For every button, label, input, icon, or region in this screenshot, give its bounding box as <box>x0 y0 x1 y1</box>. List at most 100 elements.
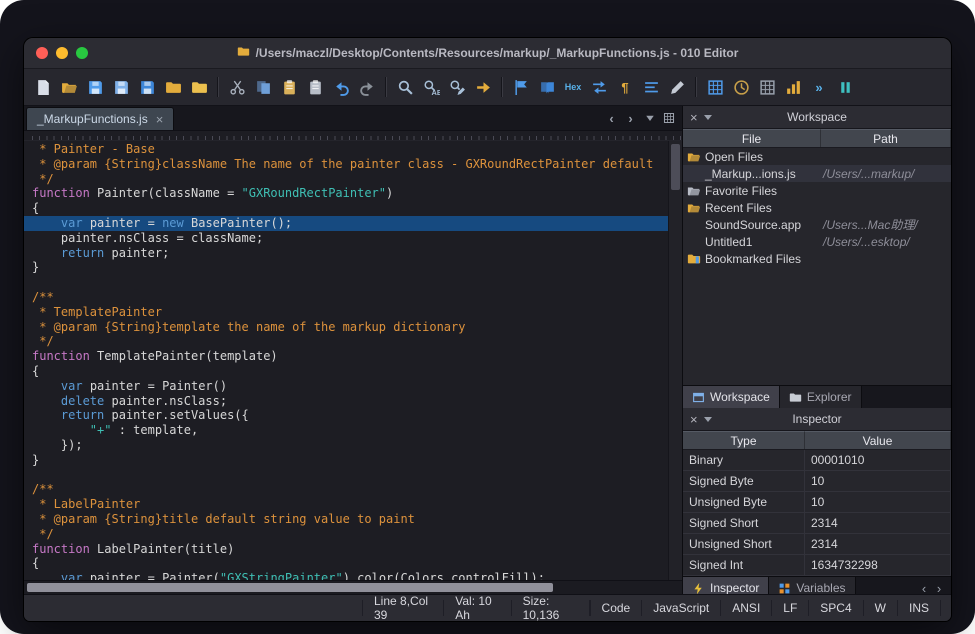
redo-button[interactable] <box>354 74 380 100</box>
code-wrap: * Painter - Base * @param {String}classN… <box>24 141 682 580</box>
status-syntax-type[interactable]: JavaScript <box>641 600 720 616</box>
code-line: } <box>24 453 668 468</box>
close-window-button[interactable] <box>36 47 48 59</box>
workspace-row[interactable]: Bookmarked Files <box>683 250 951 267</box>
bookmark-button[interactable] <box>508 74 534 100</box>
find-button[interactable] <box>392 74 418 100</box>
workspace-row[interactable]: Favorite Files <box>683 182 951 199</box>
workspace-menu-icon[interactable] <box>704 115 712 120</box>
split-view-icon <box>663 112 675 124</box>
edit-as-button[interactable] <box>664 74 690 100</box>
workspace-tab-workspace[interactable]: Workspace <box>683 386 780 408</box>
code-line: delete painter.nsClass; <box>24 394 668 409</box>
tab-label: Workspace <box>710 390 770 404</box>
inspector-row[interactable]: Signed Short2314 <box>683 513 951 534</box>
split-view-button[interactable] <box>661 111 676 126</box>
workspace-row[interactable]: _Markup...ions.js/Users/...markup/ <box>683 165 951 182</box>
undo-button[interactable] <box>328 74 354 100</box>
workspace-close-icon[interactable]: × <box>690 111 698 124</box>
inspector-table: Binary00001010Signed Byte10Unsigned Byte… <box>683 450 951 576</box>
status-insert-mode[interactable]: INS <box>897 600 941 616</box>
code-editor[interactable]: * Painter - Base * @param {String}classN… <box>24 141 668 580</box>
minimize-window-button[interactable] <box>56 47 68 59</box>
history-button[interactable] <box>728 74 754 100</box>
save-all-icon <box>139 79 156 96</box>
find-in-files-icon: AB <box>423 79 440 96</box>
save-as-button[interactable] <box>108 74 134 100</box>
vertical-scrollbar[interactable] <box>668 141 682 580</box>
inspector-row[interactable]: Binary00001010 <box>683 450 951 471</box>
vertical-scrollbar-thumb[interactable] <box>671 144 680 190</box>
more-tools-button[interactable]: » <box>806 74 832 100</box>
status-write-mode[interactable]: W <box>863 600 897 616</box>
inspector-value: 10 <box>805 471 951 491</box>
inspector-column-header[interactable]: Type <box>683 431 805 449</box>
horizontal-scrollbar[interactable] <box>24 580 682 594</box>
tab-list-button[interactable] <box>642 111 657 126</box>
workspace-column-headers: FilePath <box>683 129 951 148</box>
bookmarks-list-button[interactable] <box>534 74 560 100</box>
workspace-row[interactable]: Recent Files <box>683 199 951 216</box>
status-indent-mode[interactable]: SPC4 <box>808 600 862 616</box>
code-line: { <box>24 364 668 379</box>
save-button[interactable] <box>82 74 108 100</box>
inspector-close-icon[interactable]: × <box>690 413 698 426</box>
find-in-files-button[interactable]: AB <box>418 74 444 100</box>
column-mode-button[interactable] <box>638 74 664 100</box>
workspace-column-header[interactable]: File <box>683 129 821 147</box>
paste-button[interactable] <box>276 74 302 100</box>
workspace-row[interactable]: SoundSource.app/Users...Mac助理/ <box>683 216 951 233</box>
tab-label: Variables <box>796 581 845 595</box>
code-line: * @param {String}template the name of th… <box>24 320 668 335</box>
inspector-row[interactable]: Unsigned Short2314 <box>683 534 951 555</box>
inspector-column-header[interactable]: Value <box>805 431 951 449</box>
workspace-row[interactable]: Open Files <box>683 148 951 165</box>
code-line: { <box>24 556 668 571</box>
new-file-button[interactable] <box>30 74 56 100</box>
status-linefeed-mode[interactable]: LF <box>771 600 808 616</box>
status-cursor-position[interactable]: Line 8,Col 39 <box>362 600 443 616</box>
inspector-row[interactable]: Signed Byte10 <box>683 471 951 492</box>
inspector-panel: × Inspector TypeValue Binary00001010Sign… <box>683 408 951 594</box>
app-window: /Users/maczl/Desktop/Contents/Resources/… <box>24 38 951 621</box>
status-view-mode[interactable]: Code <box>590 600 642 616</box>
status-value-display[interactable]: Val: 10 Ah <box>443 600 510 616</box>
calculator-icon <box>759 79 776 96</box>
inspector-row[interactable]: Unsigned Byte10 <box>683 492 951 513</box>
workspace-tab-explorer[interactable]: Explorer <box>780 386 862 408</box>
workspace-row[interactable]: Untitled1/Users/...esktop/ <box>683 233 951 250</box>
copy-button[interactable] <box>250 74 276 100</box>
inspector-menu-icon[interactable] <box>704 417 712 422</box>
window-controls <box>24 47 88 59</box>
status-charset[interactable]: ANSI <box>720 600 771 616</box>
paste-special-button[interactable] <box>302 74 328 100</box>
import-folder-button[interactable] <box>160 74 186 100</box>
pause-icon <box>837 79 854 96</box>
statistics-button[interactable] <box>780 74 806 100</box>
inspector-tab-icon <box>692 582 705 595</box>
hex-view-button[interactable]: Hex <box>560 74 586 100</box>
open-file-button[interactable] <box>56 74 82 100</box>
save-all-button[interactable] <box>134 74 160 100</box>
horizontal-scrollbar-thumb[interactable] <box>27 583 553 592</box>
zoom-window-button[interactable] <box>76 47 88 59</box>
status-file-size[interactable]: Size: 10,136 <box>511 600 590 616</box>
show-whitespace-button[interactable]: ¶ <box>612 74 638 100</box>
templates-button[interactable] <box>702 74 728 100</box>
tab-markupfunctions[interactable]: _MarkupFunctions.js × <box>26 107 174 130</box>
pause-button[interactable] <box>832 74 858 100</box>
new-folder-button[interactable] <box>186 74 212 100</box>
next-tab-button[interactable]: › <box>623 111 638 126</box>
find-icon <box>397 79 414 96</box>
calculator-button[interactable] <box>754 74 780 100</box>
prev-tab-button[interactable]: ‹ <box>604 111 619 126</box>
goto-button[interactable] <box>470 74 496 100</box>
hex-convert-icon <box>591 79 608 96</box>
cut-button[interactable] <box>224 74 250 100</box>
workspace-column-header[interactable]: Path <box>821 129 951 147</box>
inspector-row[interactable]: Signed Int1634732298 <box>683 555 951 576</box>
tab-close-icon[interactable]: × <box>156 113 164 126</box>
replace-button[interactable] <box>444 74 470 100</box>
workspace-panel: × Workspace FilePath Open Files_Markup..… <box>683 106 951 408</box>
hex-convert-button[interactable] <box>586 74 612 100</box>
